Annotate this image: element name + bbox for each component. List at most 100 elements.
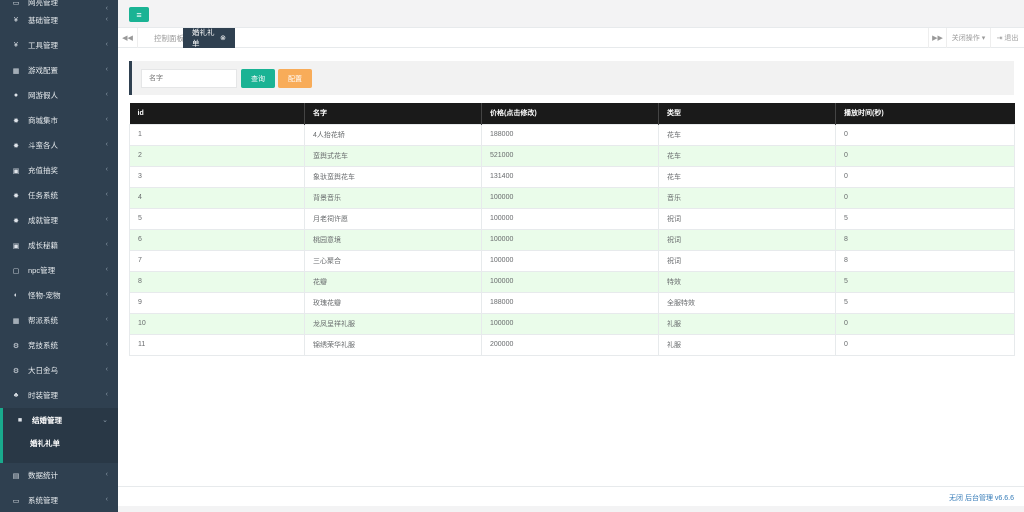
table-cell[interactable]: 188000 bbox=[481, 123, 659, 146]
column-header[interactable]: 价格(点击修改) bbox=[481, 103, 659, 124]
table-cell: 玫瑰花瓣 bbox=[304, 291, 482, 314]
users-icon: ♣ bbox=[13, 392, 19, 399]
table-cell: 8 bbox=[835, 228, 1015, 251]
table-cell: 月老祠许愿 bbox=[304, 207, 482, 230]
gear-icon: ✸ bbox=[13, 217, 19, 225]
close-tab-icon[interactable]: ⊗ bbox=[220, 34, 226, 42]
table-row[interactable]: 4 背景音乐 100000 音乐 0 bbox=[129, 186, 1015, 209]
footer-version-link[interactable]: 无闭 后台管理 v6.6.6 bbox=[949, 493, 1014, 503]
table-row[interactable]: 3 象驮蛮舆花车 131400 花车 0 bbox=[129, 165, 1015, 188]
logout-button[interactable]: ⇥ 退出 bbox=[990, 28, 1024, 48]
table-cell: 龙凤呈祥礼服 bbox=[304, 312, 482, 335]
sidebar-item[interactable]: ▦ 游戏配置 ‹ bbox=[0, 58, 118, 83]
sidebar-item[interactable]: ▦ 帮派系统 ‹ bbox=[0, 308, 118, 333]
sidebar-item[interactable]: ● 网游假人 ‹ bbox=[0, 83, 118, 108]
tab-wedding-list[interactable]: 婚礼礼单 ⊗ bbox=[183, 28, 235, 48]
table-cell: 5 bbox=[835, 291, 1015, 314]
table-cell: 8 bbox=[835, 249, 1015, 272]
table-cell: 0 bbox=[835, 186, 1015, 209]
table-cell: 蛮舆式花车 bbox=[304, 144, 482, 167]
close-operations-dropdown[interactable]: 关闭操作 ▾ bbox=[946, 28, 990, 48]
column-header[interactable]: 名字 bbox=[304, 103, 482, 124]
table-cell: 0 bbox=[835, 144, 1015, 167]
sidebar-item[interactable]: ¥ 工具管理 ‹ bbox=[0, 33, 118, 58]
chevron-left-icon: ‹ bbox=[105, 496, 108, 503]
gear-icon: ✸ bbox=[13, 192, 19, 200]
table-cell: 花车 bbox=[658, 165, 836, 188]
column-header[interactable]: 播放时间(秒) bbox=[835, 103, 1015, 124]
column-header[interactable]: 类型 bbox=[658, 103, 836, 124]
name-search-input[interactable] bbox=[141, 69, 237, 88]
table-cell: 祝词 bbox=[658, 228, 836, 251]
grid-icon: ▦ bbox=[12, 317, 20, 325]
table-row[interactable]: 7 三心聚合 100000 祝词 8 bbox=[129, 249, 1015, 272]
sidebar-item[interactable]: ▭ 网亮管理 ‹ bbox=[0, 0, 118, 12]
chevron-left-icon: ‹ bbox=[105, 66, 108, 73]
sidebar-item-label: 怪物-宠物 bbox=[28, 291, 61, 300]
table-row[interactable]: 1 4人抬花轿 188000 花车 0 bbox=[129, 123, 1015, 146]
table-cell[interactable]: 521000 bbox=[481, 144, 659, 167]
sidebar-item-label: 数据统计 bbox=[28, 471, 58, 480]
table-cell[interactable]: 100000 bbox=[481, 312, 659, 335]
table-row[interactable]: 9 玫瑰花瓣 188000 全服特效 5 bbox=[129, 291, 1015, 314]
sidebar-item[interactable]: ▣ 成长秘籍 ‹ bbox=[0, 233, 118, 258]
sidebar-item[interactable]: ▢ npc管理 ‹ bbox=[0, 258, 118, 283]
table-cell: 音乐 bbox=[658, 186, 836, 209]
config-button[interactable]: 配置 bbox=[278, 69, 312, 88]
table-cell[interactable]: 188000 bbox=[481, 291, 659, 314]
table-cell: 3 bbox=[129, 165, 305, 188]
table-cell: 5 bbox=[835, 270, 1015, 293]
column-header[interactable]: id bbox=[129, 103, 305, 124]
sidebar-item[interactable]: ▤ 数据统计 ‹ bbox=[0, 463, 118, 488]
table-cell[interactable]: 100000 bbox=[481, 186, 659, 209]
sidebar-item[interactable]: ✸ 斗蛮各人 ‹ bbox=[0, 133, 118, 158]
cutlery-icon: ¥ bbox=[14, 17, 18, 24]
sidebar-item[interactable]: ⚙ 竞技系统 ‹ bbox=[0, 333, 118, 358]
table-cell: 礼服 bbox=[658, 312, 836, 335]
table-cell[interactable]: 100000 bbox=[481, 228, 659, 251]
sidebar-item-label: 时装管理 bbox=[28, 391, 58, 400]
table-row[interactable]: 8 花瓣 100000 特效 5 bbox=[129, 270, 1015, 293]
sidebar-item[interactable]: ▭ 系统管理 ‹ bbox=[0, 488, 118, 512]
main-content: 查询 配置 id名字价格(点击修改)类型播放时间(秒) 14人抬花轿188000… bbox=[118, 48, 1024, 486]
chevron-left-icon: ‹ bbox=[105, 316, 108, 323]
table-cell: 4 bbox=[129, 186, 305, 209]
sidebar-item[interactable]: ◐ 怪物-宠物 ‹ bbox=[0, 283, 118, 308]
table-row[interactable]: 2 蛮舆式花车 521000 花车 0 bbox=[129, 144, 1015, 167]
sidebar-item[interactable]: ✸ 任务系统 ‹ bbox=[0, 183, 118, 208]
chevron-left-icon: ‹ bbox=[105, 191, 108, 198]
table-cell: 花瓣 bbox=[304, 270, 482, 293]
tab-scroll-right-button[interactable]: ▶▶ bbox=[928, 28, 946, 48]
tab-scroll-left-button[interactable]: ◀◀ bbox=[118, 28, 138, 48]
table-row[interactable]: 6 桃园意境 100000 祝词 8 bbox=[129, 228, 1015, 251]
sidebar-item[interactable]: ♣ 时装管理 ‹ bbox=[0, 383, 118, 408]
query-button[interactable]: 查询 bbox=[241, 69, 275, 88]
sidebar-subitem-wedding-list[interactable]: 婚礼礼单 bbox=[0, 433, 118, 453]
halfcircle-icon: ◐ bbox=[13, 292, 19, 299]
sidebar-item-label: 斗蛮各人 bbox=[28, 141, 58, 150]
table-cell[interactable]: 100000 bbox=[481, 249, 659, 272]
chevron-left-icon: ‹ bbox=[105, 116, 108, 123]
table-cell[interactable]: 100000 bbox=[481, 207, 659, 230]
sidebar-item-label: 竞技系统 bbox=[28, 341, 58, 350]
tabs-bar: ◀◀ 控制面板 婚礼礼单 ⊗ ▶▶ 关闭操作 ▾ ⇥ 退出 bbox=[118, 28, 1024, 48]
sidebar-item[interactable]: ✸ 成就管理 ‹ bbox=[0, 208, 118, 233]
table-cell[interactable]: 100000 bbox=[481, 270, 659, 293]
table-row[interactable]: 11 锦绣荣华礼服 200000 礼服 0 bbox=[129, 333, 1015, 356]
table-cell: 0 bbox=[835, 333, 1015, 356]
table-row[interactable]: 10 龙凤呈祥礼服 100000 礼服 0 bbox=[129, 312, 1015, 335]
menu-toggle-button[interactable]: ≡ bbox=[129, 7, 149, 22]
sidebar-item[interactable]: ✸ 商城集市 ‹ bbox=[0, 108, 118, 133]
sidebar-item[interactable]: ⚙ 大日金乌 ‹ bbox=[0, 358, 118, 383]
sidebar-item-label: npc管理 bbox=[28, 266, 56, 275]
table-cell: 2 bbox=[129, 144, 305, 167]
sidebar-item[interactable]: ¥ 基础管理 ‹ bbox=[0, 8, 118, 33]
table-cell: 0 bbox=[835, 123, 1015, 146]
table-cell[interactable]: 131400 bbox=[481, 165, 659, 188]
table-cell[interactable]: 200000 bbox=[481, 333, 659, 356]
sidebar-item[interactable]: ■ 结婚管理 ⌄ bbox=[0, 408, 118, 433]
sidebar-item[interactable]: ▣ 充值抽奖 ‹ bbox=[0, 158, 118, 183]
table-row[interactable]: 5 月老祠许愿 100000 祝词 5 bbox=[129, 207, 1015, 230]
card-icon: ▣ bbox=[12, 242, 20, 250]
sidebar-item-label: 商城集市 bbox=[28, 116, 58, 125]
